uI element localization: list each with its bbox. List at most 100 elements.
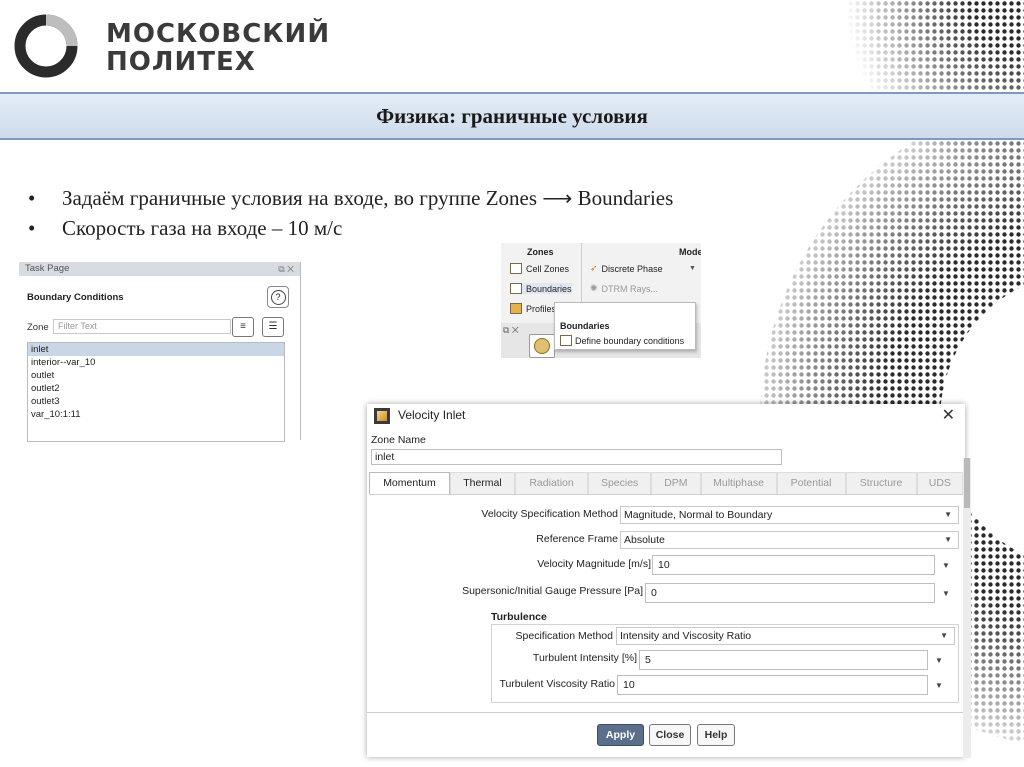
tab-momentum[interactable]: Momentum <box>369 472 450 494</box>
help-button[interactable]: Help <box>697 724 735 746</box>
task-page-panel: Task Page ⧉ ✕ Boundary Conditions ? Zone… <box>19 262 301 442</box>
close-button[interactable]: Close <box>649 724 691 746</box>
boundaries-icon <box>510 283 522 294</box>
discrete-phase-label: Discrete Phase <box>601 263 663 274</box>
bullet-item: • Скорость газа на входе – 10 м/с <box>28 216 343 240</box>
zone-list-item[interactable]: outlet <box>28 369 284 382</box>
tooltip-text-row: Define boundary conditions <box>560 335 684 346</box>
filter-icon: ≡ <box>240 321 246 332</box>
velocity-spec-label: Velocity Specification Method <box>481 508 618 520</box>
dialog-title: Velocity Inlet <box>398 408 466 422</box>
boundary-conditions-icon <box>534 338 550 354</box>
specification-method-value: Intensity and Viscosity Ratio <box>620 630 752 642</box>
zone-list: inlet interior--var_10 outlet outlet2 ou… <box>27 342 285 442</box>
discrete-phase-button[interactable]: ➶ Discrete Phase <box>590 263 663 274</box>
task-page-header-label: Task Page <box>25 263 70 274</box>
profiles-button[interactable]: Profiles <box>510 303 556 314</box>
logo-text: МОСКОВСКИЙ ПОЛИТЕХ <box>106 20 330 76</box>
tooltip-title: Boundaries <box>560 321 610 331</box>
discrete-phase-icon: ➶ <box>590 263 598 273</box>
dtrm-rays-icon: ✺ <box>590 283 598 293</box>
reference-frame-label: Reference Frame <box>536 533 618 545</box>
tab-potential[interactable]: Potential <box>776 472 846 494</box>
chevron-down-icon: ▼ <box>944 535 952 544</box>
velocity-magnitude-dropdown[interactable]: ▼ <box>942 561 950 570</box>
bullet-list: • Задаём граничные условия на входе, во г… <box>28 186 673 246</box>
close-icon[interactable]: ✕ <box>942 405 955 425</box>
slide-title-band: Физика: граничные условия <box>0 92 1024 140</box>
turbulent-viscosity-label: Turbulent Viscosity Ratio <box>499 678 615 690</box>
specification-method-label: Specification Method <box>515 630 613 642</box>
logo-line2: ПОЛИТЕХ <box>106 47 256 77</box>
scrollbar-thumb[interactable] <box>964 458 970 508</box>
turbulence-heading: Turbulence <box>491 611 547 623</box>
tab-multiphase[interactable]: Multiphase <box>700 472 777 494</box>
bullet-text: Скорость газа на входе – 10 м/с <box>62 216 343 240</box>
chevron-down-icon: ▼ <box>944 510 952 519</box>
turbulent-intensity-dropdown[interactable]: ▼ <box>935 656 943 665</box>
turbulent-viscosity-dropdown[interactable]: ▼ <box>935 681 943 690</box>
gauge-pressure-dropdown[interactable]: ▼ <box>942 589 950 598</box>
bullet-text: Задаём граничные условия на входе, во гр… <box>62 186 674 210</box>
turbulent-viscosity-input[interactable]: 10 <box>617 675 928 695</box>
zone-list-item-inlet[interactable]: inlet <box>28 343 284 356</box>
zone-list-item[interactable]: outlet3 <box>28 395 284 408</box>
tab-dpm[interactable]: DPM <box>651 472 701 494</box>
panel-controls-icon[interactable]: ⧉ ✕ <box>278 262 294 276</box>
zone-list-item[interactable]: interior--var_10 <box>28 356 284 369</box>
logo-icon <box>14 14 78 78</box>
zone-list-item[interactable]: var_10:1:11 <box>28 408 284 421</box>
chevron-down-icon: ▼ <box>940 631 948 640</box>
boundaries-button[interactable]: Boundaries <box>510 283 572 294</box>
tab-species[interactable]: Species <box>588 472 652 494</box>
task-page-header: Task Page ⧉ ✕ <box>19 262 300 276</box>
logo-line1: МОСКОВСКИЙ <box>106 19 331 49</box>
zone-list-item[interactable]: outlet2 <box>28 382 284 395</box>
bullet-item: • Задаём граничные условия на входе, во г… <box>28 186 674 210</box>
dialog-tabs: Momentum Thermal Radiation Species DPM M… <box>369 472 964 495</box>
cell-zones-icon <box>510 263 522 274</box>
apply-button[interactable]: Apply <box>597 724 644 746</box>
profiles-label: Profiles <box>526 303 557 314</box>
zone-filter-input[interactable]: Filter Text <box>53 319 231 334</box>
chevron-down-icon[interactable]: ▼ <box>689 265 696 272</box>
help-button[interactable]: ? <box>267 286 289 308</box>
velocity-inlet-icon <box>374 408 390 424</box>
help-icon: ? <box>270 289 286 305</box>
list-icon: ☰ <box>268 321 278 332</box>
specification-method-select[interactable]: Intensity and Viscosity Ratio ▼ <box>616 627 955 645</box>
boundary-conditions-icon-button[interactable] <box>529 334 555 358</box>
dialog-titlebar: Velocity Inlet ✕ <box>367 404 965 428</box>
reference-frame-select[interactable]: Absolute ▼ <box>620 531 959 549</box>
velocity-magnitude-input[interactable]: 10 <box>652 555 935 575</box>
profiles-icon <box>510 303 522 314</box>
boundaries-tooltip: Boundaries Define boundary conditions <box>554 302 696 350</box>
gauge-pressure-input[interactable]: 0 <box>645 583 935 603</box>
zones-group-label: Zones <box>527 247 554 257</box>
dtrm-rays-button[interactable]: ✺ DTRM Rays... <box>590 283 658 294</box>
velocity-spec-select[interactable]: Magnitude, Normal to Boundary ▼ <box>620 506 959 524</box>
list-options-button[interactable]: ☰ <box>262 317 284 337</box>
dtrm-rays-label: DTRM Rays... <box>601 283 659 294</box>
velocity-inlet-dialog: Velocity Inlet ✕ Zone Name inlet Momentu… <box>367 404 965 757</box>
cell-zones-button[interactable]: Cell Zones <box>510 263 569 274</box>
tab-thermal[interactable]: Thermal <box>449 472 516 494</box>
tab-radiation[interactable]: Radiation <box>515 472 589 494</box>
zone-name-field[interactable]: inlet <box>371 449 782 465</box>
dialog-separator <box>367 712 965 713</box>
turbulent-intensity-input[interactable]: 5 <box>639 650 928 670</box>
turbulent-intensity-label: Turbulent Intensity [%] <box>532 652 637 664</box>
boundary-conditions-title: Boundary Conditions <box>27 292 124 303</box>
velocity-magnitude-label: Velocity Magnitude [m/s] <box>537 558 651 570</box>
zone-label: Zone <box>27 322 49 333</box>
panel-controls-icon[interactable]: ⧉ ✕ <box>503 325 519 336</box>
boundaries-label: Boundaries <box>526 283 572 294</box>
dialog-scrollbar[interactable] <box>963 458 971 758</box>
cell-zones-label: Cell Zones <box>526 263 570 274</box>
reference-frame-value: Absolute <box>624 534 665 546</box>
tab-uds[interactable]: UDS <box>916 472 964 494</box>
filter-options-button[interactable]: ≡ <box>232 317 254 337</box>
boundaries-icon <box>560 335 572 346</box>
tab-structure[interactable]: Structure <box>845 472 917 494</box>
zone-name-label: Zone Name <box>371 434 426 446</box>
